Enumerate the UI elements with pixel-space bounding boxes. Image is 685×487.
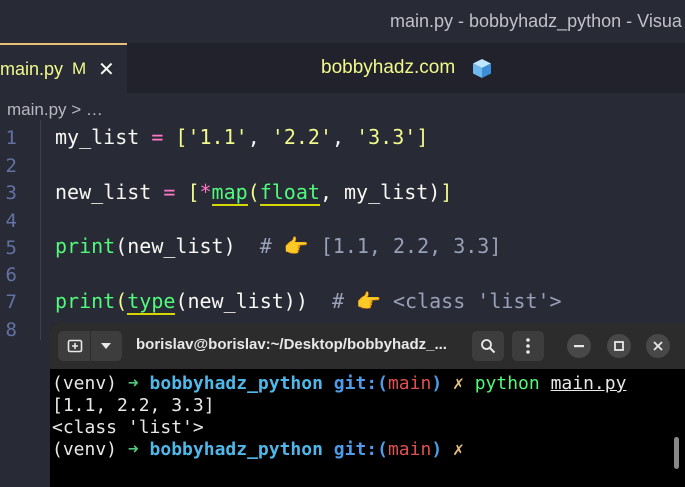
prompt-arrow-icon: ➜ — [127, 439, 150, 460]
code-token: = — [139, 125, 176, 149]
new-tab-button[interactable] — [58, 331, 122, 361]
breadcrumb[interactable]: main.py > … — [7, 100, 103, 120]
tab-main-py[interactable]: main.py M ✕ — [0, 43, 127, 93]
terminal-line: <class 'list'> — [52, 417, 204, 438]
code-token: map — [211, 180, 248, 206]
terminal-line: (venv) ➜ bobbyhadz_python git:(main) ✗ p… — [52, 373, 626, 394]
line-number: 3 — [5, 182, 17, 204]
code-line-7[interactable]: print(type(new_list)) # 👉 <class 'list'> — [55, 289, 562, 315]
code-token: [ — [175, 125, 188, 149]
window-title: main.py - bobbyhadz_python - Visua — [390, 11, 682, 31]
code-token: '3.3' — [356, 125, 417, 149]
term-token: (venv) — [52, 439, 128, 460]
line-number: 5 — [5, 237, 17, 259]
menu-button[interactable] — [512, 331, 544, 361]
editor-tab-bar: main.py M ✕ bobbyhadz.com — [0, 43, 685, 93]
terminal-line: (venv) ➜ bobbyhadz_python git:(main) ✗ — [52, 439, 464, 460]
code-token: ( — [247, 180, 260, 204]
code-token: ] — [440, 180, 453, 204]
line-number: 2 — [5, 155, 17, 177]
code-token: (new_list)) — [175, 289, 308, 313]
close-button[interactable] — [646, 334, 670, 358]
minimize-icon — [574, 345, 584, 348]
chevron-down-icon[interactable] — [100, 342, 112, 350]
dirty-mark-icon: ✗ — [453, 439, 464, 460]
cube-icon — [473, 59, 491, 78]
code-comment: # 👉 [1.1, 2.2, 3.3] — [235, 234, 502, 258]
code-token: , — [332, 125, 357, 149]
code-line-3[interactable]: new_list = [*map(float, my_list)] — [55, 180, 453, 206]
code-token: float — [259, 180, 320, 206]
terminal-header: borislav@borislav:~/Desktop/bobbyhadz_..… — [50, 323, 685, 369]
code-token: [ — [187, 180, 200, 204]
code-token: '2.2' — [271, 125, 332, 149]
term-token: (venv) — [52, 373, 128, 394]
term-token: ) — [431, 373, 454, 394]
dirty-mark-icon: ✗ — [453, 373, 475, 394]
code-token: '1.1' — [187, 125, 248, 149]
code-comment: # 👉 <class 'list'> — [307, 289, 562, 313]
close-icon — [653, 341, 663, 351]
code-token: (new_list) — [115, 234, 236, 258]
term-token: bobbyhadz_python — [149, 373, 334, 394]
kebab-menu-icon — [526, 338, 530, 354]
new-tab-icon — [67, 339, 83, 353]
terminal-scrollbar[interactable] — [674, 437, 679, 469]
button-divider — [90, 331, 91, 361]
term-token: main — [387, 439, 432, 460]
code-token: print — [55, 234, 116, 258]
prompt-arrow-icon: ➜ — [127, 373, 150, 394]
window-titlebar: main.py - bobbyhadz_python - Visua — [0, 0, 685, 43]
site-title: bobbyhadz.com — [321, 57, 456, 78]
code-line-1[interactable]: my_list = ['1.1', '2.2', '3.3'] — [55, 125, 428, 149]
term-token: git:( — [333, 373, 388, 394]
maximize-button[interactable] — [607, 334, 631, 358]
code-token: my_list — [55, 125, 140, 149]
code-token: * — [199, 180, 212, 204]
terminal-title: borislav@borislav:~/Desktop/bobbyhadz_..… — [136, 336, 447, 353]
code-line-5[interactable]: print(new_list) # 👉 [1.1, 2.2, 3.3] — [55, 234, 501, 258]
tab-modified-badge: M — [72, 59, 87, 78]
code-token: new_list — [55, 180, 152, 204]
line-number: 1 — [5, 127, 17, 149]
search-button[interactable] — [472, 331, 504, 361]
line-number: 8 — [5, 319, 17, 341]
term-token: main — [387, 373, 432, 394]
terminal-line: [1.1, 2.2, 3.3] — [52, 395, 215, 416]
indent-guide — [40, 120, 41, 340]
code-token: print — [55, 289, 116, 313]
code-token: , — [247, 125, 272, 149]
tab-label: main.py — [0, 59, 64, 79]
term-token[interactable]: main.py — [551, 373, 627, 394]
terminal-window[interactable]: borislav@borislav:~/Desktop/bobbyhadz_..… — [50, 323, 685, 487]
code-token: ] — [416, 125, 429, 149]
search-icon — [481, 339, 496, 354]
code-token: , my_list) — [319, 180, 441, 204]
maximize-icon — [614, 341, 624, 351]
term-token: python — [474, 373, 551, 394]
term-token: git:( — [333, 439, 388, 460]
line-number: 6 — [5, 264, 17, 286]
term-token: bobbyhadz_python — [149, 439, 334, 460]
line-number: 7 — [5, 291, 17, 313]
minimize-button[interactable] — [567, 334, 591, 358]
close-icon[interactable]: ✕ — [98, 57, 115, 82]
code-token: = — [151, 180, 188, 204]
line-number: 4 — [5, 210, 17, 232]
code-token: ( — [115, 289, 128, 313]
code-token: type — [127, 289, 176, 315]
term-token: ) — [431, 439, 454, 460]
